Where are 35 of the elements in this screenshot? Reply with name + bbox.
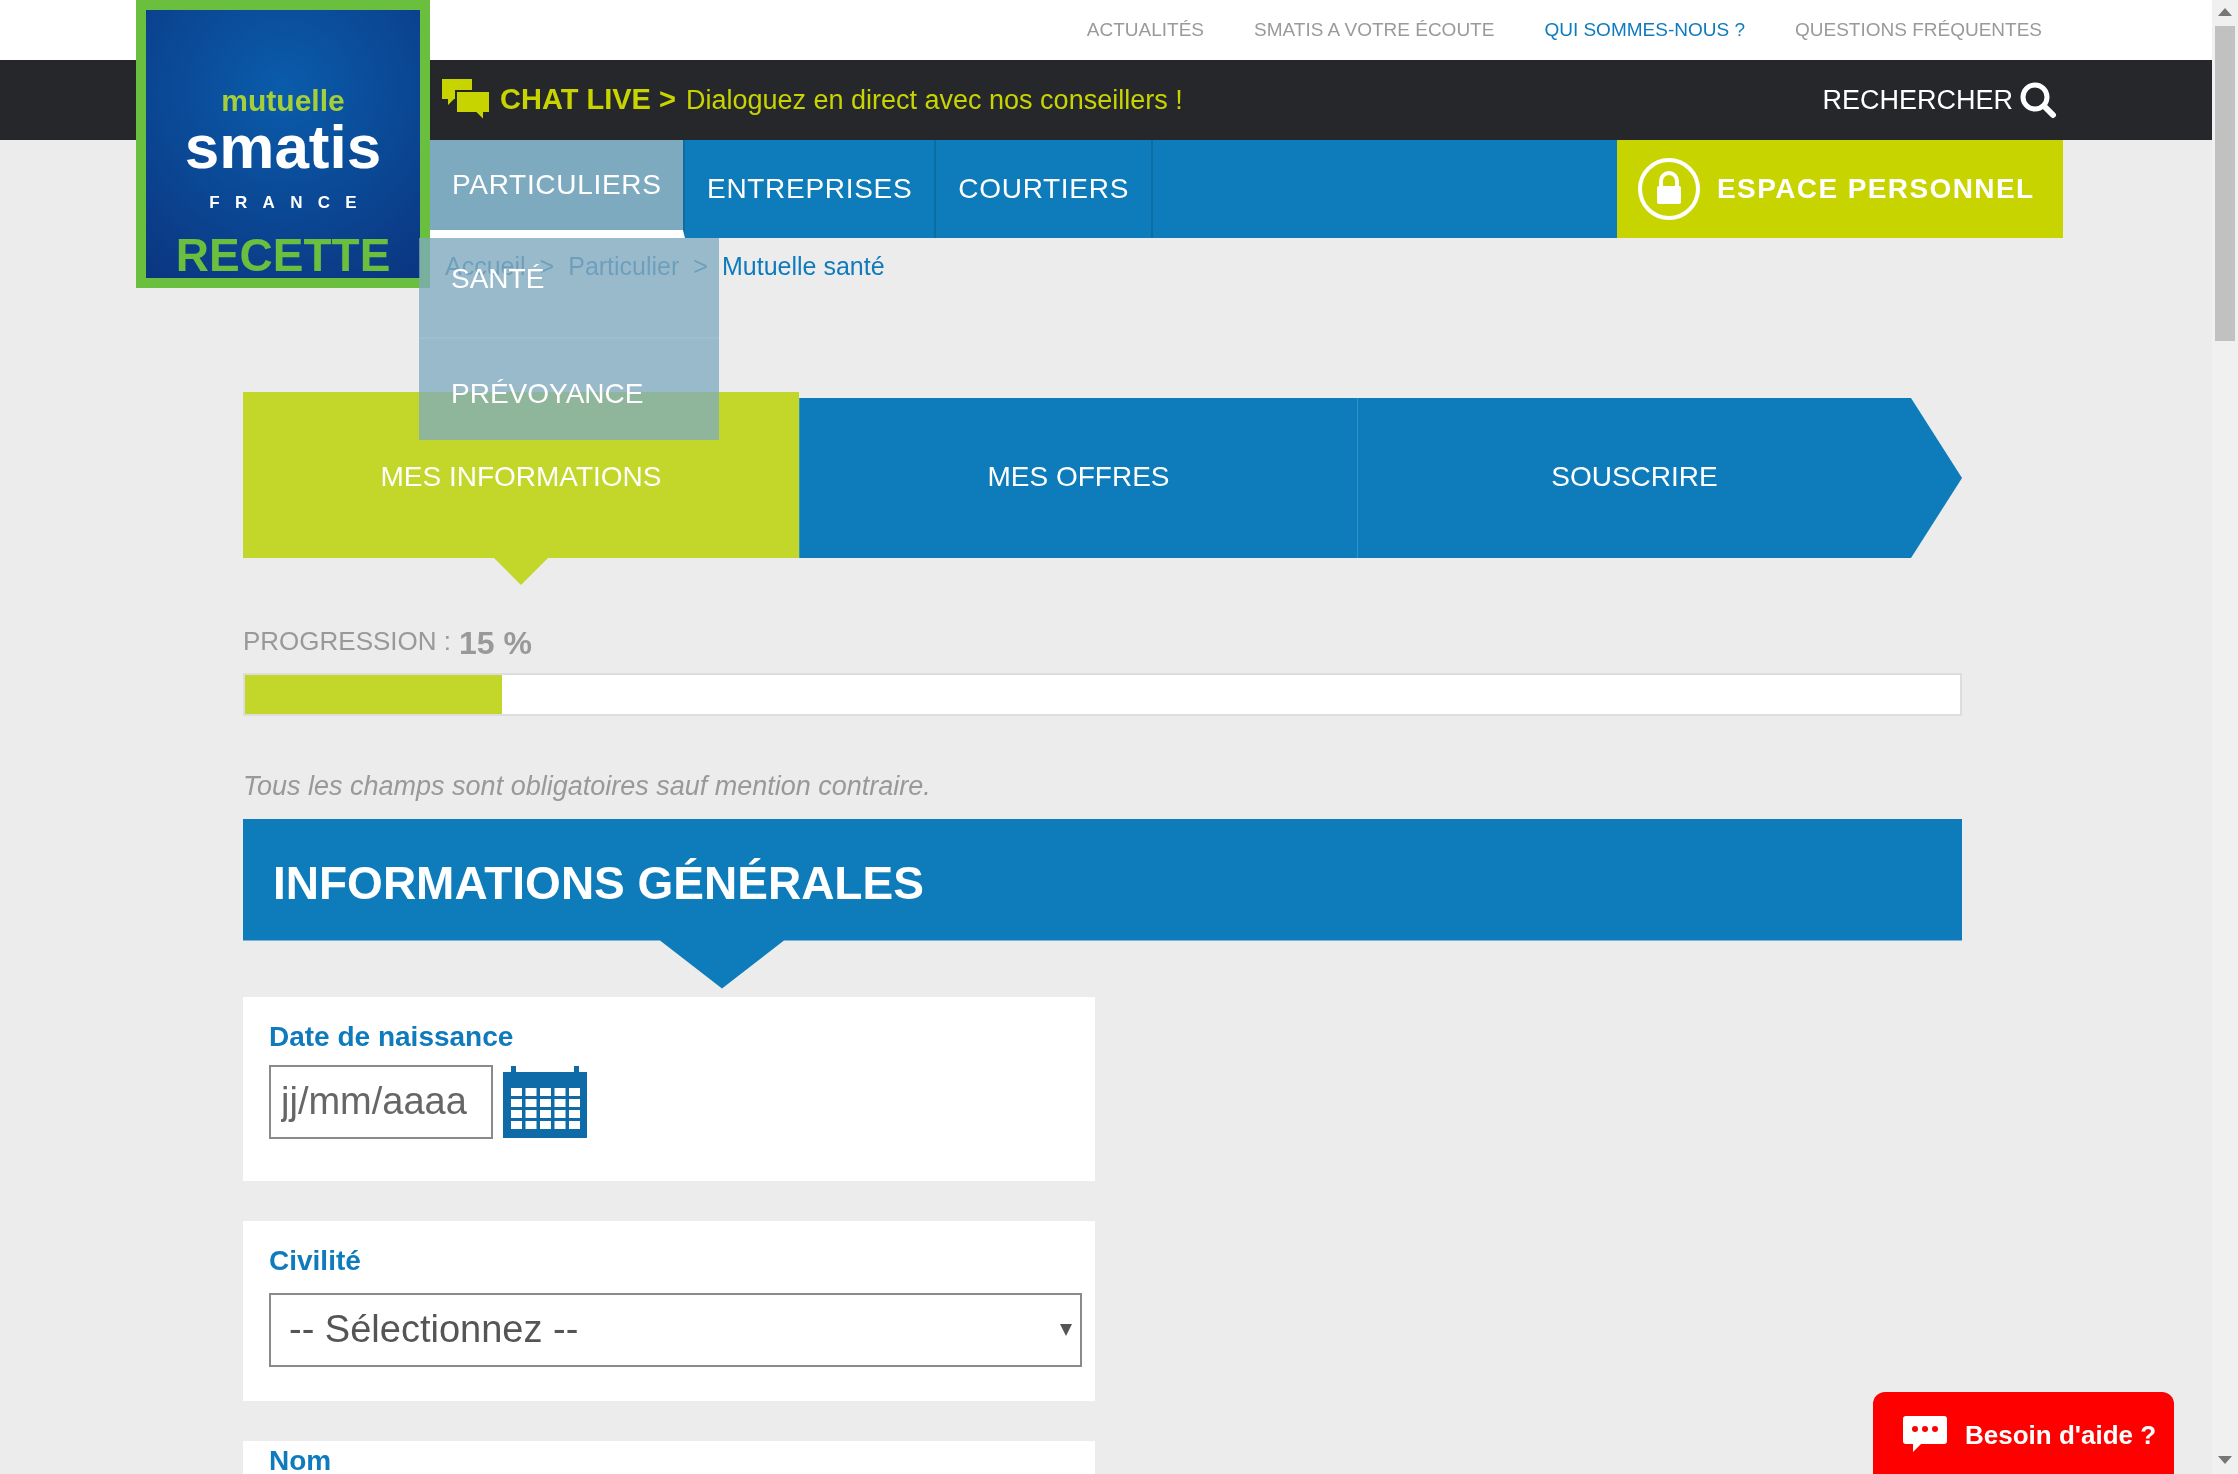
search-icon[interactable]: [2019, 81, 2057, 119]
dropdown-caret-icon: [1060, 1323, 1072, 1336]
step-tab[interactable]: SOUSCRIRE: [1357, 398, 1962, 558]
field-label: Civilité: [269, 1246, 362, 1275]
section-header: INFORMATIONS GÉNÉRALES: [243, 818, 1962, 989]
chat-bubble-icon: [1903, 1416, 1947, 1452]
scroll-up-icon[interactable]: [2218, 8, 2232, 16]
progress-value: 15 %: [459, 625, 532, 661]
scroll-down-icon[interactable]: [2218, 1456, 2232, 1464]
nav-tab[interactable]: PARTICULIERS: [430, 140, 685, 238]
chat-live-link[interactable]: CHAT LIVE >: [500, 78, 676, 122]
field-label: Nom: [269, 1446, 333, 1474]
top-link[interactable]: QUESTIONS FRÉQUENTES: [1794, 15, 2042, 45]
logo-text: RECETTE: [175, 231, 391, 278]
breadcrumb-separator: >: [693, 251, 708, 283]
logo-text: FRANCE: [208, 192, 372, 214]
chat-live-message: Dialoguez en direct avec nos conseillers !: [685, 83, 1183, 117]
breadcrumb-item: Mutuelle santé: [721, 251, 885, 283]
field-label: Date de naissance: [269, 1022, 515, 1051]
logo-text: mutuelle: [221, 86, 345, 116]
select-field[interactable]: -- Sélectionnez --: [269, 1292, 1082, 1367]
scrollbar-thumb[interactable]: [2215, 26, 2235, 341]
scrollbar[interactable]: [2212, 0, 2238, 1474]
help-button[interactable]: Besoin d'aide ?: [1873, 1392, 2174, 1474]
top-link[interactable]: ACTUALITÉS: [1086, 15, 1205, 45]
step-tab[interactable]: MES OFFRES: [799, 398, 1357, 558]
top-link[interactable]: QUI SOMMES-NOUS ?: [1544, 15, 1745, 45]
logo-text: smatis: [184, 116, 382, 178]
required-note: Tous les champs sont obligatoires sauf mention contraire.: [243, 770, 932, 803]
calendar-icon[interactable]: [503, 1065, 587, 1138]
lock-icon: [1637, 157, 1701, 221]
search-link[interactable]: RECHERCHER: [1822, 79, 2013, 121]
progress-label: PROGRESSION :: [243, 625, 452, 658]
logo[interactable]: mutuelle smatis FRANCE RECETTE: [136, 0, 430, 288]
top-link[interactable]: SMATIS A VOTRE ÉCOUTE: [1254, 15, 1495, 45]
